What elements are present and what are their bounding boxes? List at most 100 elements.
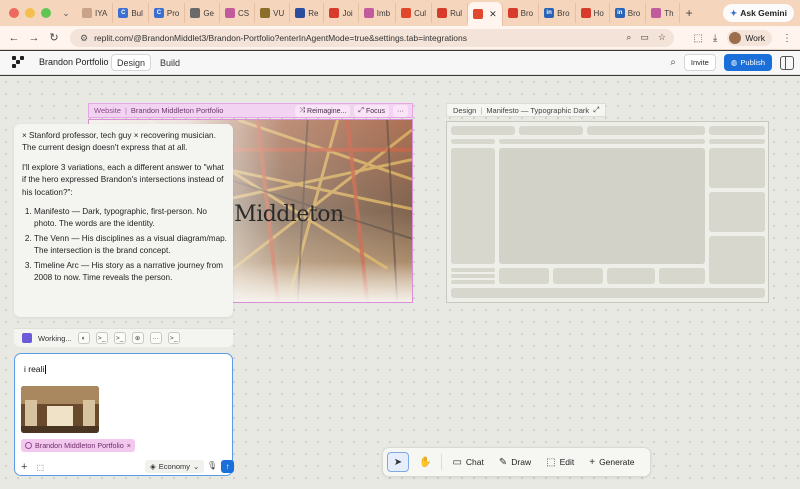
browser-tab[interactable]: in Bro xyxy=(539,3,576,23)
browser-tab[interactable]: Th xyxy=(646,3,680,23)
address-bar[interactable]: ⚙ replit.com/@BrandonMiddlet3/Brandon-Po… xyxy=(70,29,674,47)
add-attachment-button[interactable]: + xyxy=(21,461,27,473)
skeleton-block xyxy=(451,288,765,298)
download-icon[interactable]: ⤓ xyxy=(713,33,717,44)
browser-tab[interactable]: Cul xyxy=(396,3,433,23)
minimize-window-button[interactable] xyxy=(25,8,35,18)
tab-label: CS xyxy=(238,8,250,18)
sidebar-toggle-icon[interactable] xyxy=(780,55,794,70)
replit-logo-icon[interactable] xyxy=(12,56,24,68)
select-tool-button[interactable]: ➤ xyxy=(387,452,409,472)
browser-tab[interactable]: C Pro xyxy=(149,3,186,23)
back-icon[interactable]: ← xyxy=(4,32,24,44)
url-text: replit.com/@BrandonMiddlet3/Brandon-Port… xyxy=(94,33,468,43)
browser-tab-strip: ⌄ IYA C Bul C Pro Ge CS VU Re Joi Imb Cul Rul ✕ Bro in B… xyxy=(0,0,800,26)
frame-icon xyxy=(25,442,32,449)
edit-tool-button[interactable]: ⬚ Edit xyxy=(541,452,579,472)
project-name[interactable]: Brandon Portfolio xyxy=(39,57,109,67)
browser-tab[interactable]: Rul xyxy=(432,3,469,23)
design-canvas[interactable]: Website | Brandon Middleton Portfolio ⤨ … xyxy=(0,76,800,489)
terminal-tool-icon[interactable]: >_ xyxy=(95,332,108,344)
browser-tab[interactable]: Imb xyxy=(359,3,397,23)
focus-button[interactable]: ⤢ Focus xyxy=(354,105,389,117)
tab-favicon-icon xyxy=(225,8,235,18)
terminal-tool-icon[interactable]: >_ xyxy=(113,332,126,344)
zoom-icon[interactable]: ⌕ xyxy=(626,32,631,43)
tab-label: Bro xyxy=(520,8,534,18)
website-frame-header[interactable]: Website | Brandon Middleton Portfolio ⤨ … xyxy=(88,103,413,118)
browser-tab[interactable]: Bro xyxy=(503,3,540,23)
skeleton-block xyxy=(499,139,705,144)
skeleton-block xyxy=(659,268,705,284)
browser-tab[interactable]: Ho xyxy=(576,3,610,23)
site-info-icon[interactable]: ⚙ xyxy=(80,33,88,44)
publish-button[interactable]: ◍ Publish xyxy=(723,54,772,71)
browser-tab[interactable]: Joi xyxy=(324,3,359,23)
add-tool-icon[interactable]: ⊕ xyxy=(131,332,144,344)
browser-tab[interactable]: CS xyxy=(220,3,256,23)
tab-design[interactable]: Design xyxy=(111,54,152,71)
skeleton-block xyxy=(553,268,603,284)
edit-tool-label: Edit xyxy=(559,457,575,467)
reload-icon[interactable]: ↻ xyxy=(44,31,64,44)
more-options-icon[interactable]: ··· xyxy=(393,105,408,117)
shuffle-icon: ⤨ xyxy=(299,107,306,114)
browser-tab[interactable]: Re xyxy=(290,3,325,23)
invite-button[interactable]: Invite xyxy=(683,54,716,71)
ask-gemini-button[interactable]: ✦ Ask Gemini xyxy=(723,4,794,22)
terminal-tool-icon[interactable]: >_ xyxy=(167,332,180,344)
menu-kebab-icon[interactable]: ⋮ xyxy=(782,33,792,44)
skeleton-block xyxy=(709,126,765,135)
draw-tool-button[interactable]: ✎ Draw xyxy=(494,452,536,472)
chat-tool-button[interactable]: ▭ Chat xyxy=(447,452,488,472)
screenshot-tool-icon[interactable]: ⬚ xyxy=(36,463,44,472)
tab-label: Pro xyxy=(166,8,180,18)
generate-tool-button[interactable]: + Generate xyxy=(584,452,639,472)
context-chip-label: Brandon Middleton Portfolio xyxy=(35,441,124,450)
expand-icon[interactable]: ⤢ xyxy=(593,105,599,115)
tab-favicon-icon xyxy=(580,8,591,18)
new-tab-button[interactable]: + xyxy=(680,6,699,20)
tab-label: Bro xyxy=(627,8,641,18)
browser-tab[interactable]: in Bro xyxy=(610,3,647,23)
chat-input[interactable]: i reali xyxy=(24,364,47,375)
tab-favicon-icon xyxy=(82,8,92,18)
skeleton-block xyxy=(587,126,705,135)
model-selector[interactable]: ◈ Economy ⌄ xyxy=(145,460,205,473)
tab-favicon-icon xyxy=(295,8,306,18)
cast-icon[interactable]: ▭ xyxy=(640,32,649,43)
browser-tab[interactable]: IYA xyxy=(77,3,114,23)
chat-input-value: i reali xyxy=(24,364,45,374)
search-icon[interactable]: ⌕ xyxy=(670,57,676,68)
extensions-icon[interactable]: ⬚ xyxy=(693,33,702,44)
attached-screenshot-thumbnail[interactable] xyxy=(21,386,99,433)
design-variation-frame[interactable] xyxy=(446,121,769,303)
reimagine-button[interactable]: ⤨ Reimagine... xyxy=(295,105,351,117)
context-chip[interactable]: Brandon Middleton Portfolio × xyxy=(21,439,135,452)
profile-button[interactable]: Work xyxy=(727,30,772,46)
design-frame-header[interactable]: Design | Manifesto — Typographic Dark ⤢ xyxy=(446,103,607,117)
browser-tab[interactable]: VU xyxy=(255,3,291,23)
palette-tool-icon[interactable]: ◐ xyxy=(77,332,90,344)
tab-favicon-icon xyxy=(260,8,271,18)
text-caret xyxy=(45,365,47,375)
more-tools-icon[interactable]: ··· xyxy=(149,332,162,344)
bookmark-star-icon[interactable]: ☆ xyxy=(658,32,666,43)
tab-build[interactable]: Build xyxy=(155,54,185,71)
tab-search-icon[interactable]: ⌄ xyxy=(59,6,73,20)
close-window-button[interactable] xyxy=(9,8,19,18)
browser-tab[interactable]: ✕ xyxy=(468,2,503,26)
maximize-window-button[interactable] xyxy=(41,8,51,18)
send-button[interactable]: ↑ xyxy=(221,460,234,473)
canvas-toolbar: ➤ ✋ ▭ Chat ✎ Draw ⬚ Edit + Generate xyxy=(382,447,651,477)
microphone-icon[interactable]: 🎙 xyxy=(207,461,217,470)
close-tab-icon[interactable]: ✕ xyxy=(489,9,497,20)
chat-input-box[interactable]: i reali Brandon Middleton Portfolio × + … xyxy=(14,353,234,476)
browser-tab[interactable]: C Bul xyxy=(113,3,149,23)
divider xyxy=(441,454,443,470)
browser-tab[interactable]: Ge xyxy=(185,3,220,23)
forward-icon[interactable]: → xyxy=(24,32,44,44)
remove-chip-icon[interactable]: × xyxy=(127,441,131,450)
pan-tool-button[interactable]: ✋ xyxy=(414,452,436,472)
tab-favicon-icon: in xyxy=(544,8,555,18)
